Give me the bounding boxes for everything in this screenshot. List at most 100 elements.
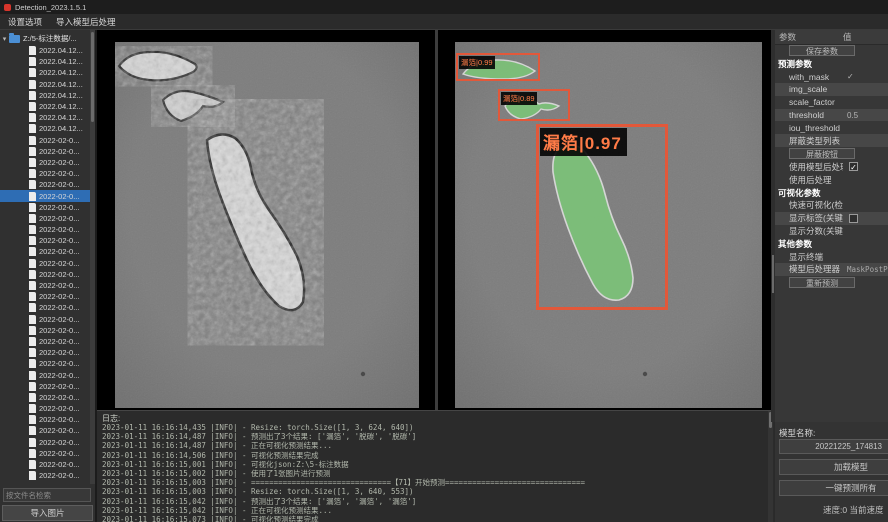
tree-item[interactable]: 2022.04.12... <box>0 101 92 112</box>
tree-item[interactable]: 2022-02-0... <box>0 135 92 146</box>
tree-scrollbar-thumb[interactable] <box>91 32 94 122</box>
filename-search-input[interactable] <box>3 488 91 502</box>
file-icon <box>29 46 36 55</box>
menu-import-model-postprocess[interactable]: 导入模型后处理 <box>56 16 116 28</box>
folder-icon <box>9 35 20 43</box>
tree-item[interactable]: 2022-02-0... <box>0 325 92 336</box>
file-icon <box>29 203 36 212</box>
tree-item[interactable]: 2022-02-0... <box>0 168 92 179</box>
tree-item-label: 2022-02-0... <box>39 247 79 256</box>
log-scrollbar[interactable] <box>768 411 773 522</box>
params-scrollbar-thumb[interactable] <box>772 255 774 293</box>
log-line: 2023-01-11 16:16:14,435 |INFO| - Resize:… <box>102 423 768 432</box>
model-section: 模型名称: 20221225_174813 加载模型 一键预测所有 速度:0 当… <box>775 422 888 522</box>
tree-root-folder[interactable]: ▾ Z:/5-标注数据/... <box>0 33 77 44</box>
param-row[interactable]: 使用后处理 <box>775 173 888 186</box>
tree-item[interactable]: 2022-02-0... <box>0 190 92 201</box>
param-row[interactable]: with_mask✓ <box>775 70 888 83</box>
tree-item[interactable]: 2022-02-0... <box>0 224 92 235</box>
tree-item[interactable]: 2022-02-0... <box>0 414 92 425</box>
file-icon <box>29 147 36 156</box>
prediction-image-canvas[interactable]: 漏箔|0.99 漏箔|0.89 漏箔|0.97 <box>455 42 762 408</box>
tree-scrollbar[interactable] <box>90 30 95 484</box>
tree-item[interactable]: 2022.04.12... <box>0 123 92 134</box>
tree-item-label: 2022-02-0... <box>39 158 79 167</box>
param-name: with_mask <box>775 72 843 82</box>
tree-item[interactable]: 2022-02-0... <box>0 202 92 213</box>
tree-item[interactable]: 2022-02-0... <box>0 269 92 280</box>
tree-item[interactable]: 2022-02-0... <box>0 246 92 257</box>
param-button[interactable]: 保存参数 <box>789 45 855 56</box>
log-line: 2023-01-11 16:16:15,001 |INFO| - 可视化json… <box>102 460 768 469</box>
param-row[interactable]: iou_threshold <box>775 121 888 134</box>
params-panel: 参数 值 保存参数预测参数with_mask✓img_scalescale_fa… <box>775 30 888 522</box>
tree-item-label: 2022-02-0... <box>39 460 79 469</box>
param-row[interactable]: 快速可视化(检测) <box>775 199 888 212</box>
model-name-field[interactable]: 20221225_174813 <box>779 439 888 454</box>
tree-item[interactable]: 2022.04.12... <box>0 45 92 56</box>
tree-item[interactable]: 2022-02-0... <box>0 235 92 246</box>
file-icon <box>29 136 36 145</box>
menu-settings[interactable]: 设置选项 <box>8 16 42 28</box>
tree-item[interactable]: 2022-02-0... <box>0 258 92 269</box>
param-row[interactable]: img_scale <box>775 83 888 96</box>
tree-item[interactable]: 2022-02-0... <box>0 381 92 392</box>
tree-item[interactable]: 2022.04.12... <box>0 112 92 123</box>
tree-item[interactable]: 2022-02-0... <box>0 470 92 481</box>
tree-item[interactable]: 2022-02-0... <box>0 459 92 470</box>
param-row[interactable]: threshold0.5 <box>775 109 888 122</box>
param-row[interactable]: 显示终端 <box>775 250 888 263</box>
tree-item[interactable]: 2022-02-0... <box>0 291 92 302</box>
tree-item[interactable]: 2022-02-0... <box>0 358 92 369</box>
tree-item[interactable]: 2022-02-0... <box>0 314 92 325</box>
tree-item[interactable]: 2022-02-0... <box>0 437 92 448</box>
param-value: MaskPostPro <box>843 265 888 274</box>
tree-item-label: 2022-02-0... <box>39 337 79 346</box>
tree-item-label: 2022-02-0... <box>39 393 79 402</box>
param-row[interactable]: 使用模型后处理✓ <box>775 161 888 174</box>
tree-item[interactable]: 2022-02-0... <box>0 403 92 414</box>
tree-item[interactable]: 2022-02-0... <box>0 213 92 224</box>
predict-all-button[interactable]: 一键预测所有 <box>779 480 888 496</box>
tree-item[interactable]: 2022-02-0... <box>0 336 92 347</box>
tree-item[interactable]: 2022-02-0... <box>0 425 92 436</box>
file-icon <box>29 68 36 77</box>
param-button[interactable]: 重新预测 <box>789 277 855 288</box>
log-lines: 2023-01-11 16:16:14,435 |INFO| - Resize:… <box>102 423 768 522</box>
tree-item[interactable]: 2022.04.12... <box>0 90 92 101</box>
log-panel[interactable]: 日志: 2023-01-11 16:16:14,435 |INFO| - Res… <box>97 410 774 522</box>
tree-item-label: 2022-02-0... <box>39 359 79 368</box>
param-row[interactable]: 显示分数(关键点) <box>775 225 888 238</box>
param-row[interactable]: 屏蔽类型列表 <box>775 134 888 147</box>
tree-item[interactable]: 2022-02-0... <box>0 369 92 380</box>
log-line: 2023-01-11 16:16:15,002 |INFO| - 使用了1张图片… <box>102 469 768 478</box>
file-icon <box>29 359 36 368</box>
tree-item[interactable]: 2022-02-0... <box>0 302 92 313</box>
tree-item-label: 2022-02-0... <box>39 382 79 391</box>
file-icon <box>29 91 36 100</box>
tree-item[interactable]: 2022.04.12... <box>0 79 92 90</box>
tree-item-label: 2022-02-0... <box>39 303 79 312</box>
param-checkbox[interactable]: ✓ <box>849 162 858 171</box>
tree-item[interactable]: 2022-02-0... <box>0 347 92 358</box>
param-button[interactable]: 屏蔽按钮 <box>789 148 855 159</box>
tree-item[interactable]: 2022.04.12... <box>0 56 92 67</box>
tree-item[interactable]: 2022-02-0... <box>0 392 92 403</box>
param-row[interactable]: 显示标签(关键点) <box>775 212 888 225</box>
tree-item[interactable]: 2022-02-0... <box>0 157 92 168</box>
load-model-button[interactable]: 加载模型 <box>779 459 888 475</box>
param-checkbox[interactable] <box>849 214 858 223</box>
param-row[interactable]: scale_factor <box>775 96 888 109</box>
tree-item[interactable]: 2022-02-0... <box>0 146 92 157</box>
tree-item-label: 2022-02-0... <box>39 371 79 380</box>
chevron-down-icon[interactable]: ▾ <box>0 35 9 43</box>
param-row[interactable]: 模型后处理器MaskPostPro <box>775 263 888 276</box>
tree-item[interactable]: 2022-02-0... <box>0 280 92 291</box>
import-image-button[interactable]: 导入图片 <box>2 505 93 521</box>
tree-item[interactable]: 2022-02-0... <box>0 179 92 190</box>
tree-item[interactable]: 2022.04.12... <box>0 67 92 78</box>
source-image-canvas[interactable] <box>115 42 419 408</box>
tree-item[interactable]: 2022-02-0... <box>0 448 92 459</box>
file-icon <box>29 438 36 447</box>
viewer-splitter[interactable] <box>435 30 438 410</box>
